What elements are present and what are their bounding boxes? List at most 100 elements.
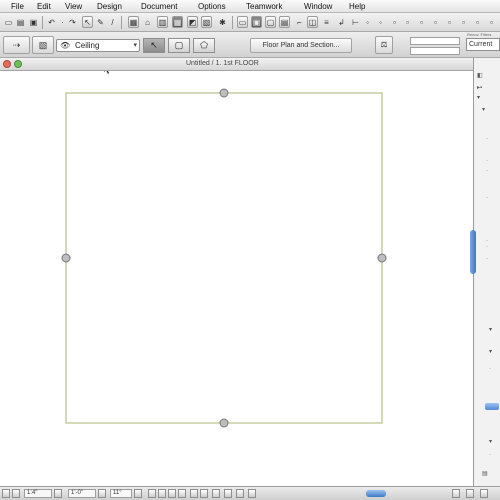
redo-arrow-icon[interactable]: ↷ — [67, 16, 78, 28]
cursor-snap-icon[interactable] — [236, 489, 244, 498]
eye-icon: 👁 — [60, 41, 71, 50]
fit-in-window-icon[interactable] — [168, 489, 176, 498]
scale-field[interactable]: 1:4" — [24, 489, 52, 498]
resize-grip-icon[interactable] — [480, 489, 488, 498]
zoom-in-icon[interactable]: ◦ — [375, 16, 386, 28]
menu-edit[interactable]: Edit — [37, 2, 51, 11]
zoom-in-icon[interactable] — [148, 489, 156, 498]
menu-document[interactable]: Document — [141, 2, 177, 11]
zoom-icon[interactable]: ▫ — [430, 16, 441, 28]
floor-plan-canvas[interactable] — [0, 71, 473, 486]
select-pointer-button[interactable]: ↖ — [143, 38, 165, 53]
arrow-icon[interactable]: ↖ — [82, 16, 93, 28]
close-window-icon[interactable] — [3, 60, 11, 68]
tree-expand-icon[interactable]: ▾ — [489, 438, 492, 445]
next-view-icon[interactable]: ▫ — [458, 16, 469, 28]
object-tool-icon[interactable]: ▧ — [201, 16, 212, 28]
return-icon[interactable]: ↲ — [336, 16, 347, 28]
tree-item-marker: · — [486, 195, 488, 201]
angle-menu-icon[interactable] — [134, 489, 142, 498]
new-file-icon[interactable]: ▭ — [3, 16, 14, 28]
zoom-out-icon[interactable] — [158, 489, 166, 498]
layer-select[interactable]: 👁 Ceiling ▾ — [56, 39, 140, 52]
selection-handle-right[interactable] — [377, 253, 387, 263]
roof-tool-icon[interactable]: ◩ — [187, 16, 198, 28]
ruler-icon[interactable]: ⊢ — [350, 16, 361, 28]
tree-expand-icon[interactable]: ▾ — [482, 106, 485, 113]
hatch-icon: ▧ — [38, 40, 48, 50]
pan-icon[interactable] — [212, 489, 220, 498]
grid-icon[interactable]: ▫ — [472, 16, 483, 28]
open-file-icon[interactable]: ▤ — [15, 16, 26, 28]
tree-expand-icon[interactable]: ▾ — [477, 94, 480, 101]
navigator-selected-item[interactable] — [485, 403, 499, 410]
3d-window-icon[interactable]: ▢ — [265, 16, 276, 28]
stair-tool-icon[interactable]: ⌂ — [142, 16, 153, 28]
orientation-icon[interactable] — [224, 489, 232, 498]
menu-design[interactable]: Design — [97, 2, 122, 11]
menu-options[interactable]: Options — [198, 2, 226, 11]
view-set-button[interactable]: Floor Plan and Section... — [250, 38, 352, 53]
scroll-left-icon[interactable] — [248, 489, 256, 498]
tree-expand-icon[interactable]: ▾ — [489, 348, 492, 355]
grid-menu-icon[interactable] — [98, 489, 106, 498]
orbit-icon[interactable]: ▫ — [402, 16, 413, 28]
navigator-tab-icon[interactable]: ◧ — [477, 72, 483, 79]
slab-tool-icon[interactable]: ▥ — [157, 16, 168, 28]
scale-menu-icon[interactable] — [54, 489, 62, 498]
menu-file[interactable]: File — [11, 2, 24, 11]
scroll-end-icon[interactable] — [466, 489, 474, 498]
tool-settings-button[interactable]: ⇢ — [3, 36, 30, 54]
zoom-out-icon[interactable]: ◦ — [362, 16, 373, 28]
navigator-scrollbar-thumb[interactable] — [470, 230, 476, 274]
arrow-tool-icon: ⇢ — [12, 40, 21, 50]
scale-field-bottom[interactable] — [410, 47, 460, 55]
section-icon[interactable]: ▤ — [279, 16, 290, 28]
selection-handle-top[interactable] — [219, 88, 229, 98]
renovation-filter-select[interactable]: Current — [466, 38, 500, 51]
tree-item-marker: · — [486, 136, 488, 142]
scale-icon-button[interactable]: ⚖ — [375, 36, 393, 54]
next-zoom-icon[interactable] — [200, 489, 208, 498]
select-poly-button[interactable]: ⬠ — [193, 38, 215, 53]
previous-zoom-icon[interactable] — [190, 489, 198, 498]
magic-wand-icon[interactable]: ✱ — [217, 16, 228, 28]
quick-options-icon[interactable] — [12, 489, 20, 498]
scroll-right-icon[interactable] — [452, 489, 460, 498]
navigator-home-icon[interactable]: ▸▪ — [477, 84, 482, 91]
zoom-window-icon[interactable] — [14, 60, 22, 68]
angle-field[interactable]: 11° — [110, 489, 132, 498]
elevation-icon[interactable]: ⌐ — [294, 16, 305, 28]
zoom-icon[interactable] — [178, 489, 186, 498]
menu-teamwork[interactable]: Teamwork — [246, 2, 282, 11]
undo-icon[interactable]: ↶ — [46, 16, 57, 28]
previous-view-icon[interactable]: ▫ — [444, 16, 455, 28]
menu-help[interactable]: Help — [349, 2, 365, 11]
panel-settings-icon[interactable]: ▤ — [482, 470, 488, 477]
wall-tool-icon[interactable]: ▦ — [128, 16, 139, 28]
tree-expand-icon[interactable]: ▾ — [489, 326, 492, 333]
camera-icon[interactable]: ◫ — [307, 16, 318, 28]
layout-icon[interactable]: ▭ — [237, 16, 248, 28]
pan-icon[interactable]: ▫ — [389, 16, 400, 28]
horizontal-scrollbar-thumb[interactable] — [366, 490, 386, 497]
scale-field-top[interactable] — [410, 37, 460, 45]
tree-item-marker: · — [486, 244, 488, 250]
list-icon[interactable]: ≡ — [321, 16, 332, 28]
selection-handle-bottom[interactable] — [219, 418, 229, 428]
menu-window[interactable]: Window — [304, 2, 332, 11]
fill-tool-icon[interactable]: ▦ — [172, 16, 183, 28]
layout-toggle-icon[interactable] — [2, 489, 10, 498]
grid-field[interactable]: 1'-0" — [68, 489, 96, 498]
selection-handle-left[interactable] — [61, 253, 71, 263]
menu-view[interactable]: View — [65, 2, 82, 11]
select-poly-icon: ⬠ — [200, 40, 208, 50]
floor-plan-icon[interactable]: ▣ — [251, 16, 262, 28]
save-icon[interactable]: ▣ — [28, 16, 39, 28]
fill-type-button[interactable]: ▧ — [32, 36, 54, 54]
fit-icon[interactable]: ▫ — [416, 16, 427, 28]
snap-icon[interactable]: ▫ — [486, 16, 497, 28]
pen-icon[interactable]: / — [107, 16, 118, 28]
pencil-icon[interactable]: ✎ — [95, 16, 106, 28]
select-rect-button[interactable]: ▢ — [168, 38, 190, 53]
